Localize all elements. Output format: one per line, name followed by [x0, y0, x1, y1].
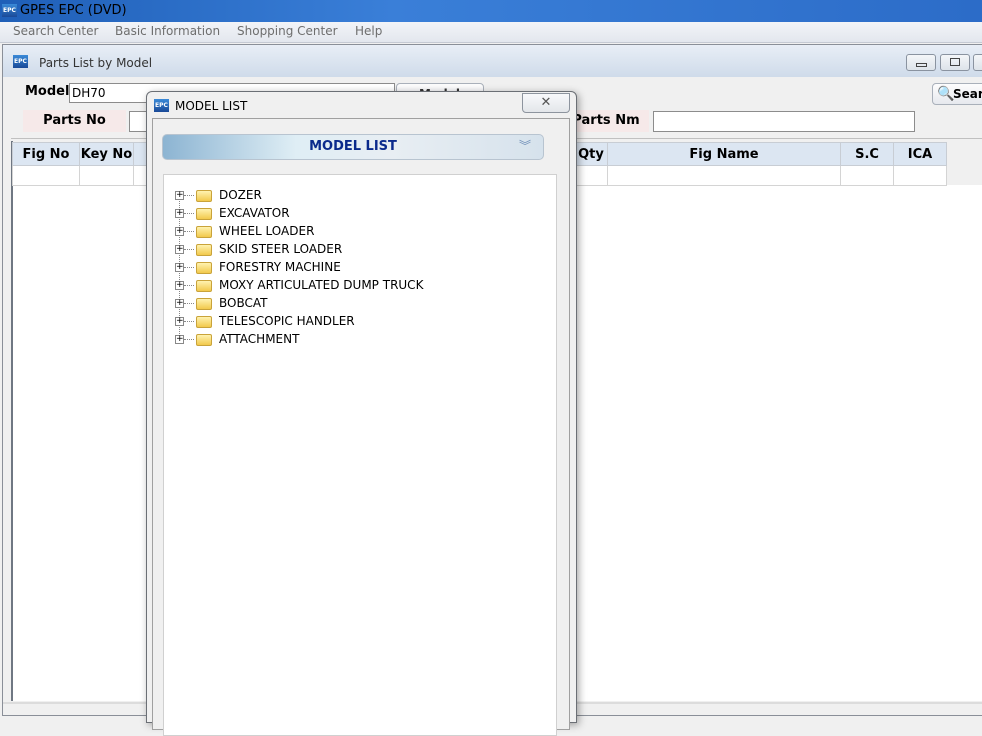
tree-node-label: BOBCAT — [219, 296, 268, 310]
parts-no-label: Parts No — [23, 110, 126, 132]
col-qty[interactable]: Qty — [574, 142, 608, 166]
tree-node-label: ATTACHMENT — [219, 332, 300, 346]
menu-help[interactable]: Help — [355, 24, 382, 38]
double-chevron-down-icon: ︾ — [518, 139, 531, 153]
folder-icon — [196, 334, 212, 346]
app-logo-icon: EPC — [2, 4, 17, 17]
expand-icon[interactable]: + — [175, 335, 184, 344]
model-list-header-label: MODEL LIST — [309, 139, 397, 154]
model-tree: + DOZER + EXCAVATOR + WHEEL LOADER + SKID STEER… — [163, 174, 557, 736]
col-sc[interactable]: S.C — [840, 142, 894, 166]
tree-node[interactable]: + TELESCOPIC HANDLER — [164, 313, 544, 331]
app-title: GPES EPC (DVD) — [20, 3, 127, 18]
menu-basic-information[interactable]: Basic Information — [115, 24, 220, 38]
tree-node-label: SKID STEER LOADER — [219, 242, 343, 256]
model-list-header[interactable]: MODEL LIST ︾ — [162, 134, 544, 160]
dialog-logo-icon: EPC — [154, 99, 169, 112]
tree-node[interactable]: + MOXY ARTICULATED DUMP TRUCK — [164, 277, 544, 295]
tree-node-label: DOZER — [219, 188, 262, 202]
expand-icon[interactable]: + — [175, 281, 184, 290]
expand-icon[interactable]: + — [175, 299, 184, 308]
minimize-button[interactable] — [906, 54, 936, 71]
dialog-title: MODEL LIST — [175, 99, 248, 113]
tree-node-label: MOXY ARTICULATED DUMP TRUCK — [219, 278, 424, 292]
app-title-bar: EPC GPES EPC (DVD) — [0, 0, 982, 22]
maximize-button[interactable] — [940, 54, 970, 71]
folder-icon — [196, 190, 212, 202]
tree-node-label: FORESTRY MACHINE — [219, 260, 341, 274]
folder-icon — [196, 298, 212, 310]
dialog-body: MODEL LIST ︾ + DOZER + EXCAVATOR + WHEEL LOAD… — [152, 118, 570, 736]
col-fig-no[interactable]: Fig No — [12, 142, 80, 166]
folder-icon — [196, 316, 212, 328]
folder-icon — [196, 208, 212, 220]
window-title: Parts List by Model — [39, 56, 153, 70]
model-list-dialog: EPC MODEL LIST ✕ MODEL LIST ︾ + DOZER + EXC… — [146, 91, 577, 736]
folder-icon — [196, 280, 212, 292]
col-fig-name[interactable]: Fig Name — [607, 142, 841, 166]
tree-node-label: TELESCOPIC HANDLER — [219, 314, 355, 328]
expand-icon[interactable]: + — [175, 209, 184, 218]
tree-node[interactable]: + WHEEL LOADER — [164, 223, 544, 241]
menu-bar: Search Center Basic Information Shopping… — [0, 22, 982, 43]
expand-icon[interactable]: + — [175, 245, 184, 254]
child-title-bar: EPC Parts List by Model — [3, 45, 982, 77]
tree-node[interactable]: + DOZER — [164, 187, 544, 205]
folder-icon — [196, 226, 212, 238]
window-logo-icon: EPC — [13, 55, 28, 68]
dialog-close-button[interactable]: ✕ — [522, 93, 570, 113]
folder-icon — [196, 262, 212, 274]
magnifier-icon: 🔍 — [937, 86, 955, 102]
tree-node[interactable]: + EXCAVATOR — [164, 205, 544, 223]
parts-nm-input[interactable] — [653, 111, 915, 132]
tree-node[interactable]: + SKID STEER LOADER — [164, 241, 544, 259]
expand-icon[interactable]: + — [175, 317, 184, 326]
tree-node-label: WHEEL LOADER — [219, 224, 315, 238]
tree-node[interactable]: + BOBCAT — [164, 295, 544, 313]
menu-shopping-center[interactable]: Shopping Center — [237, 24, 338, 38]
close-icon: ✕ — [540, 95, 552, 110]
expand-icon[interactable]: + — [175, 263, 184, 272]
tree-node[interactable]: + FORESTRY MACHINE — [164, 259, 544, 277]
search-label: Search — [953, 87, 982, 101]
tree-node-label: EXCAVATOR — [219, 206, 290, 220]
expand-icon[interactable]: + — [175, 191, 184, 200]
model-label: Model — [25, 84, 70, 99]
search-button[interactable]: 🔍 Search — [932, 83, 982, 105]
close-window-button[interactable] — [973, 54, 982, 71]
menu-search-center[interactable]: Search Center — [13, 24, 98, 38]
col-ica[interactable]: ICA — [893, 142, 947, 166]
col-key-no[interactable]: Key No — [79, 142, 134, 166]
folder-icon — [196, 244, 212, 256]
expand-icon[interactable]: + — [175, 227, 184, 236]
tree-node[interactable]: + ATTACHMENT — [164, 331, 544, 349]
